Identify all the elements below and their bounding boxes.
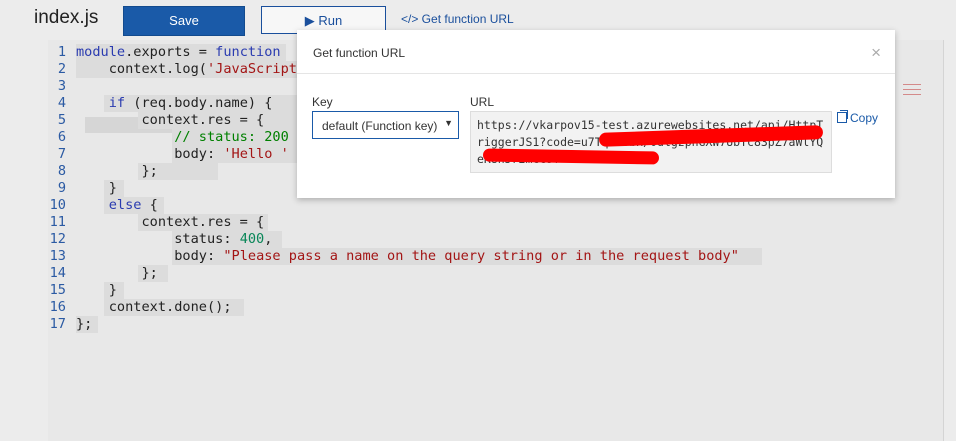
code-text: context.done(); [76,299,232,316]
code-line: 13 body: "Please pass a name on the quer… [48,248,928,265]
code-token: { [141,197,158,213]
code-token: context.done(); [76,299,232,315]
line-number: 3 [57,78,66,94]
code-text: status: 400, [76,231,272,248]
code-line: 11 context.res = { [48,214,928,231]
code-token: else [108,197,142,213]
code-token: if [108,95,126,111]
code-token: context.res = { [76,214,265,230]
code-text: if (req.body.name) { [76,95,273,112]
line-number: 6 [57,129,66,145]
line-number: 13 [49,248,66,264]
code-token: , [264,231,273,247]
code-token: body: [76,248,224,264]
url-label: URL [470,95,495,109]
code-text: }; [76,265,158,282]
line-number: 16 [49,299,66,315]
code-token: module [76,44,126,60]
key-select-value: default (Function key) [322,119,438,133]
code-token: context.log( [76,61,207,77]
line-number: 17 [49,316,66,332]
code-line: 12 status: 400, [48,231,928,248]
line-number: 9 [57,180,66,196]
code-text: } [76,282,117,299]
code-token: function [215,44,281,60]
code-token: .exports = [125,44,216,60]
code-line: 17}; [48,316,928,333]
code-text: }; [76,316,92,333]
code-text: context.res = { [76,112,264,129]
line-number: 1 [57,44,66,60]
copy-button[interactable]: Copy [837,110,879,125]
code-text: body: "Please pass a name on the query s… [76,248,739,265]
line-number: 7 [57,146,66,162]
code-token: 400 [239,231,265,247]
code-line: 16 context.done(); [48,299,928,316]
line-number: 12 [49,231,66,247]
code-token: body: [76,146,224,162]
code-text: // status: 200 [76,129,289,146]
copy-icon [837,110,848,123]
dialog-title: Get function URL [313,46,406,60]
code-line: 15 } [48,282,928,299]
file-title: index.js [34,7,99,28]
line-number: 5 [57,112,66,128]
code-token: 'Hello ' [223,146,289,162]
minimap[interactable] [903,84,925,114]
code-text: body: 'Hello ' [76,146,289,163]
line-number: 15 [49,282,66,298]
line-number: 2 [57,61,66,77]
get-function-url-link[interactable]: </> Get function URL [401,12,514,26]
code-line: 10 else { [48,197,928,214]
line-number: 11 [49,214,66,230]
code-text: context.res = { [76,214,264,231]
code-token: // status: 200 [76,129,289,145]
line-number: 8 [57,163,66,179]
code-token: }; [76,265,158,281]
code-token: status: [76,231,240,247]
code-token: 'JavaScript [206,61,297,77]
code-token: }; [76,163,158,179]
code-token: "Please pass a name on the query string … [223,248,739,264]
code-token: } [76,180,117,196]
code-text: module.exports = function [76,44,281,61]
code-line: 14 }; [48,265,928,282]
copy-label: Copy [850,111,879,125]
close-icon[interactable]: × [871,43,881,63]
get-function-url-dialog: Get function URL × Key default (Function… [297,30,895,198]
code-text: }; [76,163,158,180]
key-select[interactable]: default (Function key) ▼ [312,111,459,139]
line-number: 4 [57,95,66,111]
code-token: context.res = { [76,112,265,128]
save-button[interactable]: Save [123,6,245,36]
code-text: context.log('JavaScript [76,61,297,78]
code-token: (req.body.name) { [125,95,273,111]
code-token: } [76,282,117,298]
code-text: else { [76,197,158,214]
dialog-divider [297,73,895,74]
chevron-down-icon: ▼ [444,118,453,128]
key-label: Key [312,95,333,109]
line-number: 10 [49,197,66,213]
line-number: 14 [49,265,66,281]
code-text: } [76,180,117,197]
code-token: }; [76,316,93,332]
